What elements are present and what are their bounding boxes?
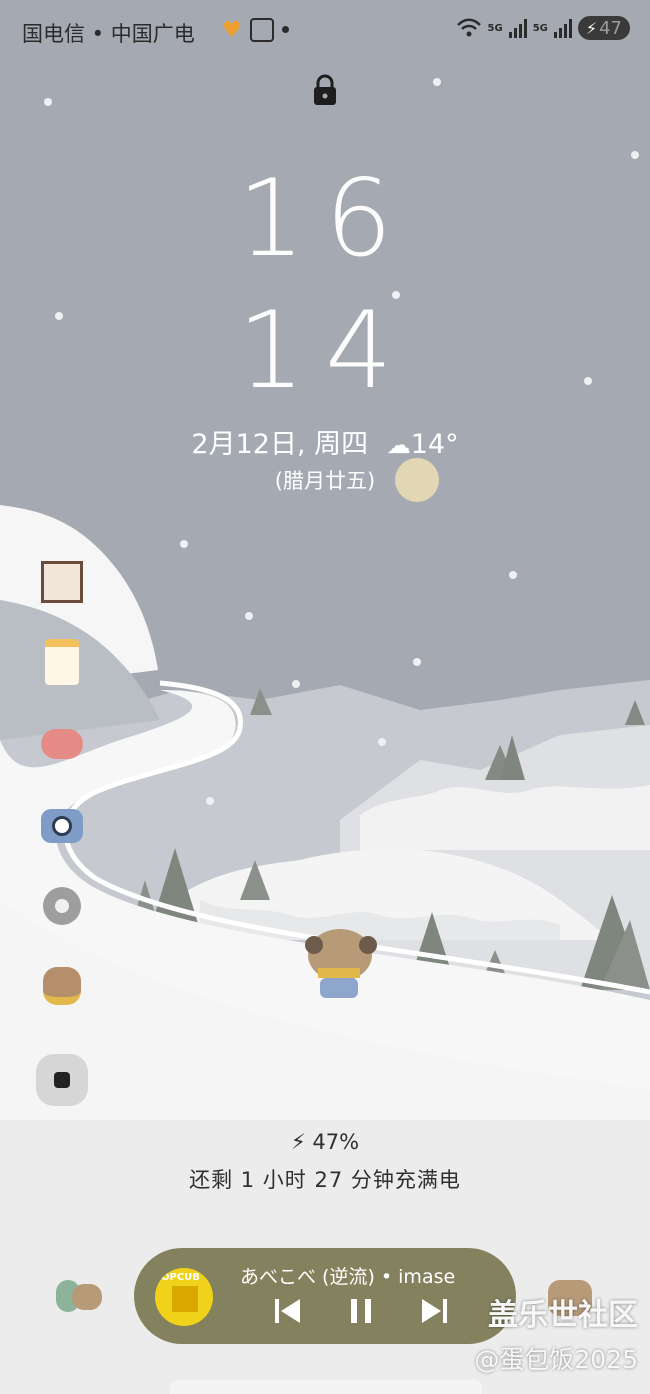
snowflake: [292, 680, 300, 688]
next-track-button[interactable]: [418, 1295, 450, 1327]
clock-hour: 16: [237, 157, 413, 280]
snowflake: [378, 738, 386, 746]
snowflake: [413, 658, 421, 666]
gallery-icon[interactable]: [40, 560, 84, 604]
phone-icon[interactable]: [40, 722, 84, 766]
bear-shortcut-icon[interactable]: [56, 1276, 104, 1316]
charging-percent-value: 47%: [312, 1130, 360, 1154]
charging-bolt-icon: ⚡: [290, 1130, 306, 1154]
heart-icon: ♥: [222, 18, 242, 43]
camera-icon[interactable]: [40, 804, 84, 848]
snowflake: [245, 612, 253, 620]
charging-message: 还剩 1 小时 27 分钟充满电: [189, 1168, 461, 1192]
temperature: 14°: [410, 429, 459, 460]
snowflake: [433, 78, 441, 86]
carrier-text: 国电信 • 中国广电: [22, 22, 195, 46]
charging-percent: ⚡ 47%: [0, 1130, 650, 1154]
snowflake: [631, 151, 639, 159]
settings-icon[interactable]: [40, 884, 84, 928]
album-art[interactable]: OPCUB: [155, 1268, 213, 1326]
signal-icon: [508, 19, 527, 38]
snowflake: [509, 571, 517, 579]
snowflake: [206, 797, 214, 805]
home-indicator[interactable]: [170, 1380, 482, 1394]
charging-bolt-icon: ⚡: [585, 18, 598, 38]
signal-icon: [553, 19, 572, 38]
snowflake: [44, 98, 52, 106]
clock-minute: 14: [237, 289, 413, 412]
snowflake: [180, 540, 188, 548]
track-title: あべこべ (逆流) • imase: [240, 1266, 456, 1288]
fog-weather-icon: ☁: [386, 431, 411, 459]
date-weather: 2月12日, 周四 ☁14°: [0, 422, 650, 461]
wifi-icon: [456, 18, 481, 37]
album-label: OPCUB: [161, 1272, 200, 1283]
notes-icon[interactable]: [40, 639, 84, 685]
screenshot-icon: [250, 18, 274, 42]
bear-app-icon[interactable]: [40, 964, 84, 1008]
battery-indicator: ⚡ 47: [577, 16, 630, 40]
pause-button[interactable]: [345, 1295, 377, 1327]
sun-decoration: [395, 458, 439, 502]
record-button[interactable]: [36, 1054, 88, 1106]
battery-level: 47: [599, 17, 622, 39]
signal-5g-label: 5G: [532, 22, 548, 34]
status-icons: 5G 5G ⚡ 47: [456, 16, 630, 40]
previous-track-button[interactable]: [272, 1295, 304, 1327]
dot-icon: [282, 26, 289, 33]
lock-icon[interactable]: [312, 74, 338, 106]
lunar-date: (腊月廿五): [274, 469, 376, 493]
watermark-title: 盖乐世社区: [488, 1298, 638, 1333]
watermark-author: @蛋包饭2025: [474, 1345, 638, 1374]
date-text: 2月12日, 周四: [191, 429, 369, 460]
signal-5g-label: 5G: [487, 22, 503, 34]
